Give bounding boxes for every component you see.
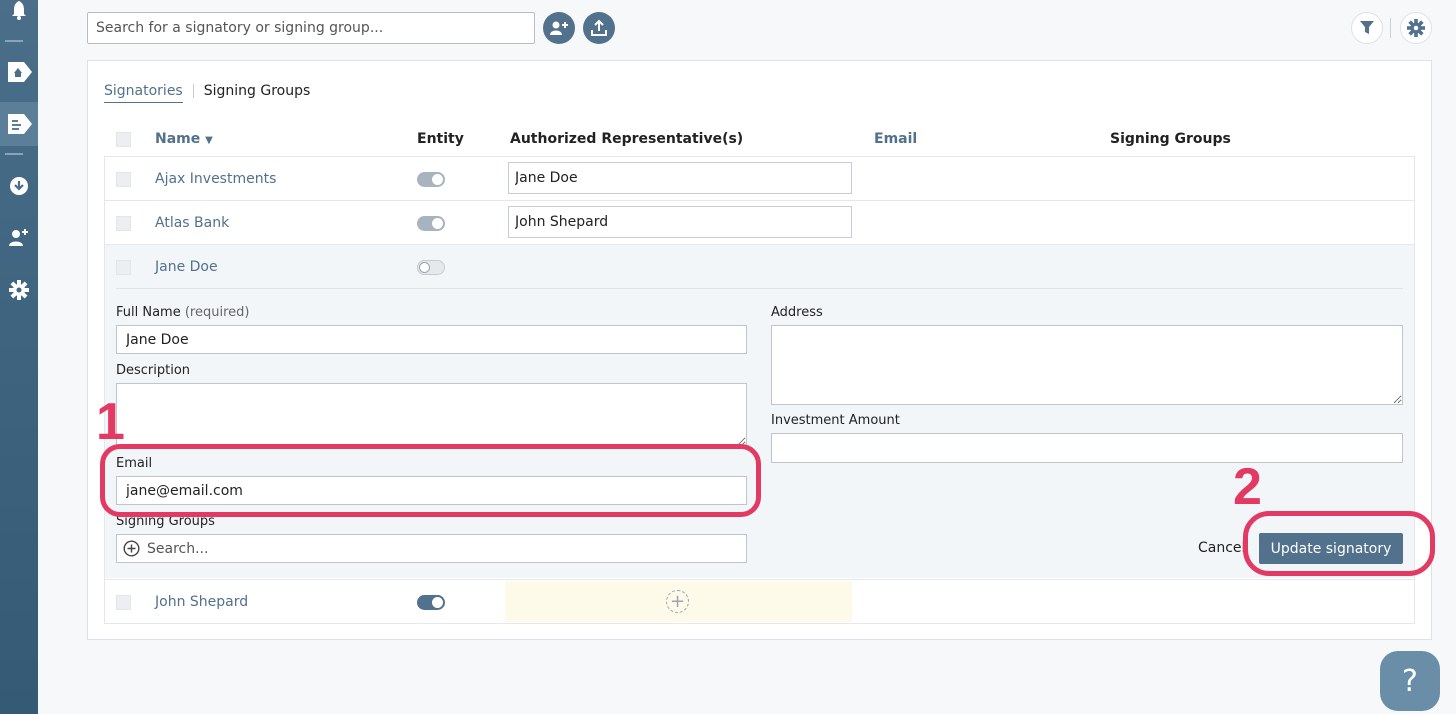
tab-signing-groups[interactable]: Signing Groups bbox=[204, 83, 311, 103]
filter-button[interactable] bbox=[1351, 12, 1383, 44]
toggle-knob bbox=[432, 174, 443, 185]
sidebar bbox=[0, 0, 38, 714]
signatory-name[interactable]: Ajax Investments bbox=[155, 171, 276, 187]
tab-bar: Signatories Signing Groups bbox=[104, 83, 310, 103]
plus-icon: + bbox=[669, 590, 686, 612]
address-label: Address bbox=[771, 305, 823, 320]
settings-button[interactable] bbox=[1400, 12, 1432, 44]
add-representative-button[interactable]: + bbox=[666, 590, 689, 613]
table-border bbox=[104, 579, 1415, 580]
upload-icon bbox=[591, 19, 607, 36]
annotation-ring-email bbox=[100, 444, 761, 517]
full-name-field[interactable] bbox=[116, 325, 747, 354]
entity-toggle[interactable] bbox=[417, 595, 445, 610]
address-field[interactable] bbox=[771, 325, 1403, 405]
upload-button[interactable] bbox=[583, 12, 615, 44]
signing-groups-placeholder: Search... bbox=[147, 540, 209, 557]
toggle-knob bbox=[419, 262, 430, 273]
tab-signatories[interactable]: Signatories bbox=[104, 83, 183, 103]
column-header-entity: Entity bbox=[417, 131, 464, 147]
cancel-button[interactable]: Cancel bbox=[1198, 540, 1245, 556]
signatory-name[interactable]: John Shepard bbox=[155, 594, 248, 610]
row-checkbox[interactable] bbox=[116, 172, 131, 187]
add-user-icon[interactable] bbox=[0, 227, 38, 249]
toolbar-divider bbox=[1390, 18, 1391, 38]
filter-icon bbox=[1360, 21, 1374, 34]
description-label: Description bbox=[116, 363, 191, 378]
required-hint: (required) bbox=[184, 305, 250, 320]
entity-toggle[interactable] bbox=[417, 260, 445, 275]
table-border bbox=[104, 623, 1415, 624]
toggle-knob bbox=[432, 597, 443, 608]
signatory-name[interactable]: Atlas Bank bbox=[155, 215, 229, 231]
gear-icon bbox=[1407, 19, 1425, 37]
annotation-number-1: 1 bbox=[96, 393, 125, 451]
help-button[interactable]: ? bbox=[1380, 651, 1440, 711]
full-name-label: Full Name (required) bbox=[116, 305, 249, 320]
bell-icon[interactable] bbox=[0, 0, 38, 22]
table-border bbox=[104, 200, 1415, 201]
toggle-knob bbox=[432, 218, 443, 229]
annotation-ring-update bbox=[1243, 511, 1435, 576]
column-header-signing-groups: Signing Groups bbox=[1110, 131, 1231, 147]
select-all-checkbox[interactable] bbox=[116, 132, 131, 147]
tab-separator bbox=[192, 84, 194, 98]
add-signatory-button[interactable] bbox=[543, 12, 575, 44]
authorized-rep-field[interactable] bbox=[508, 162, 852, 194]
row-checkbox[interactable] bbox=[116, 595, 131, 610]
edit-divider bbox=[116, 288, 1403, 289]
entity-toggle[interactable] bbox=[417, 172, 445, 187]
column-header-name-label: Name bbox=[155, 131, 201, 147]
table-border bbox=[104, 156, 1415, 157]
row-checkbox[interactable] bbox=[116, 216, 131, 231]
annotation-number-2: 2 bbox=[1233, 458, 1262, 516]
home-icon[interactable] bbox=[0, 60, 38, 84]
row-checkbox[interactable] bbox=[116, 260, 131, 275]
signatory-name[interactable]: Jane Doe bbox=[155, 259, 218, 275]
gear-icon[interactable] bbox=[0, 279, 38, 301]
investment-amount-label: Investment Amount bbox=[771, 413, 900, 428]
investment-amount-field[interactable] bbox=[771, 433, 1403, 463]
sidebar-separator bbox=[5, 153, 23, 155]
column-header-email[interactable]: Email bbox=[874, 131, 917, 147]
search-input[interactable] bbox=[87, 12, 535, 44]
full-name-label-text: Full Name bbox=[116, 305, 181, 320]
sort-desc-icon: ▼ bbox=[205, 135, 213, 146]
signing-groups-search[interactable]: Search... bbox=[116, 534, 747, 563]
add-user-icon bbox=[550, 21, 568, 35]
sidebar-separator bbox=[5, 40, 23, 42]
plus-circle-icon bbox=[123, 540, 140, 557]
description-field[interactable] bbox=[116, 383, 747, 447]
authorized-rep-field[interactable] bbox=[508, 206, 852, 238]
download-icon[interactable] bbox=[0, 176, 38, 196]
signatories-icon[interactable] bbox=[0, 112, 38, 136]
entity-toggle[interactable] bbox=[417, 216, 445, 231]
column-header-reps: Authorized Representative(s) bbox=[510, 131, 744, 147]
column-header-name[interactable]: Name ▼ bbox=[155, 131, 213, 147]
